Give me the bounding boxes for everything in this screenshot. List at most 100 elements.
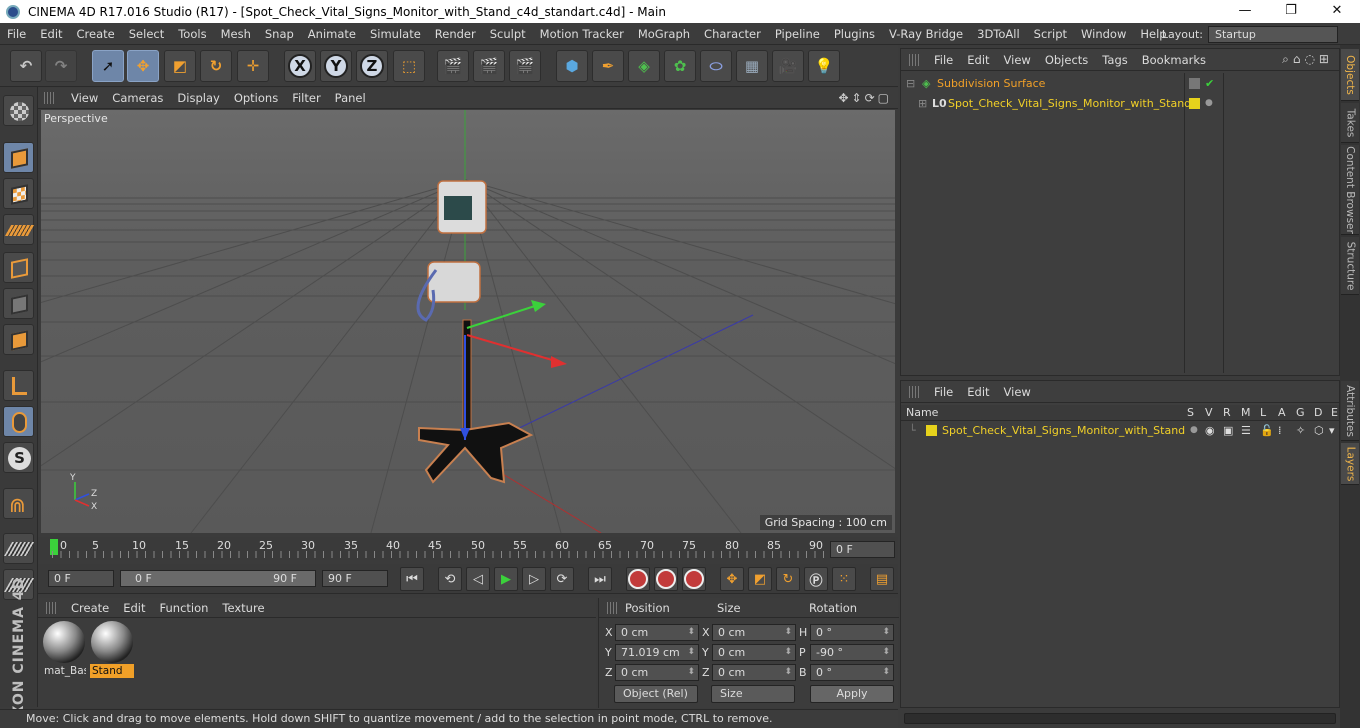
animation-film-icon[interactable]: ⁞ (1278, 421, 1282, 440)
material-item[interactable]: Stand (90, 620, 134, 678)
expression-icon[interactable]: ▾ (1329, 421, 1335, 440)
visibility-dots-icon[interactable]: ● (1205, 94, 1213, 113)
workplane-mode-button[interactable] (3, 214, 35, 245)
add-floor-button[interactable]: ▦ (736, 50, 768, 82)
timeline-ruler[interactable]: 0 5 10 15 20 25 30 35 40 45 50 55 60 65 … (38, 537, 898, 560)
size-z-field[interactable]: 0 cm (712, 664, 796, 681)
texture-mode-button[interactable] (3, 178, 34, 209)
autokey-button[interactable] (654, 567, 678, 591)
menu-window[interactable]: Window (1074, 23, 1133, 45)
key-position-button[interactable]: ✥ (720, 567, 744, 591)
generator-icon[interactable]: ✧ (1296, 421, 1305, 440)
viewport-menu-cameras[interactable]: Cameras (105, 91, 170, 105)
menu-3dtoall[interactable]: 3DToAll (970, 23, 1027, 45)
menu-pipeline[interactable]: Pipeline (768, 23, 827, 45)
go-to-start-button[interactable]: ⏮ (400, 567, 424, 591)
menu-snap[interactable]: Snap (258, 23, 301, 45)
edges-mode-button[interactable] (3, 288, 34, 319)
material-menu-create[interactable]: Create (64, 601, 116, 615)
key-rotation-button[interactable]: ↻ (776, 567, 800, 591)
menu-render[interactable]: Render (428, 23, 483, 45)
magnet-button[interactable]: ⋒ (3, 488, 34, 519)
layer-color-swatch[interactable] (926, 425, 937, 436)
key-scale-button[interactable]: ◩ (748, 567, 772, 591)
tab-takes[interactable]: Takes (1341, 103, 1359, 143)
snap-button[interactable]: S (3, 442, 34, 473)
viewport-menu-filter[interactable]: Filter (285, 91, 327, 105)
lock-icon[interactable]: 🔓 (1260, 421, 1274, 440)
object-menu-file[interactable]: File (927, 53, 960, 67)
position-x-field[interactable]: 0 cm (615, 624, 699, 641)
key-pla-button[interactable]: ⁙ (832, 567, 856, 591)
object-row-subdivision[interactable]: ⊟ ◈ Subdivision Surface ✔ (901, 74, 1339, 93)
layer-menu-file[interactable]: File (927, 385, 960, 399)
maximize-button[interactable]: ❐ (1268, 0, 1314, 23)
tab-layers[interactable]: Layers (1341, 443, 1359, 485)
render-settings-button[interactable]: 🎬 (509, 50, 541, 82)
viewport-menu-options[interactable]: Options (227, 91, 285, 105)
layer-horizontal-scrollbar[interactable] (904, 713, 1336, 724)
collapse-toggle-icon[interactable]: ⊟ (906, 74, 915, 93)
object-menu-tags[interactable]: Tags (1095, 53, 1134, 67)
play-button[interactable]: ▶ (494, 567, 518, 591)
menu-mograph[interactable]: MoGraph (631, 23, 697, 45)
menu-mesh[interactable]: Mesh (214, 23, 258, 45)
menu-vray-bridge[interactable]: V-Ray Bridge (882, 23, 970, 45)
menu-character[interactable]: Character (697, 23, 768, 45)
object-menu-bookmarks[interactable]: Bookmarks (1135, 53, 1213, 67)
timeline-window-button[interactable]: ▤ (870, 567, 894, 591)
viewport-menu-view[interactable]: View (64, 91, 105, 105)
tab-attributes[interactable]: Attributes (1341, 381, 1359, 441)
add-array-button[interactable]: ✿ (664, 50, 696, 82)
keyframe-selection-button[interactable] (682, 567, 706, 591)
enabled-check-icon[interactable]: ✔ (1205, 74, 1214, 93)
add-subdivision-button[interactable]: ◈ (628, 50, 660, 82)
add-light-button[interactable]: 💡 (808, 50, 840, 82)
layer-menu-edit[interactable]: Edit (960, 385, 996, 399)
previous-key-button[interactable]: ⟲ (438, 567, 462, 591)
3d-viewport[interactable]: Y Z X Perspective Grid Spacing : 100 cm (41, 110, 895, 533)
menu-file[interactable]: File (0, 23, 33, 45)
z-axis-lock-button[interactable]: Z (356, 50, 388, 82)
layer-menu-view[interactable]: View (997, 385, 1038, 399)
make-editable-button[interactable] (3, 95, 34, 126)
apply-button[interactable]: Apply (810, 685, 894, 703)
rotation-p-field[interactable]: -90 ° (810, 644, 894, 661)
add-pen-spline-button[interactable]: ✒ (592, 50, 624, 82)
x-axis-lock-button[interactable]: X (284, 50, 316, 82)
axis-mode-button[interactable] (3, 370, 34, 401)
start-frame-field[interactable]: 0 F (48, 570, 114, 587)
material-menu-function[interactable]: Function (153, 601, 216, 615)
add-camera-button[interactable]: 🎥 (772, 50, 804, 82)
undo-button[interactable]: ↶ (10, 50, 42, 82)
rotation-b-field[interactable]: 0 ° (810, 664, 894, 681)
end-frame-field[interactable]: 90 F (322, 570, 388, 587)
add-deformer-button[interactable]: ⬭ (700, 50, 732, 82)
tweak-mode-button[interactable] (3, 406, 34, 437)
menu-create[interactable]: Create (70, 23, 122, 45)
material-item[interactable]: mat_Bas (42, 620, 86, 678)
menu-edit[interactable]: Edit (33, 23, 69, 45)
move-tool-button[interactable]: ✥ (127, 50, 159, 82)
y-axis-lock-button[interactable]: Y (320, 50, 352, 82)
object-search-nav-icons[interactable]: ⌕⌂◌⊞ (1282, 52, 1333, 67)
position-y-field[interactable]: 71.019 cm (615, 644, 699, 661)
deformer-icon[interactable]: ⬡ (1314, 421, 1324, 440)
object-menu-objects[interactable]: Objects (1038, 53, 1095, 67)
record-keys-button[interactable] (626, 567, 650, 591)
size-x-field[interactable]: 0 cm (712, 624, 796, 641)
rotate-tool-button[interactable]: ↻ (200, 50, 232, 82)
add-cube-button[interactable]: ⬢ (556, 50, 588, 82)
frame-range-slider[interactable]: 0 F 90 F (120, 570, 316, 587)
layout-dropdown[interactable]: Startup (1208, 25, 1338, 43)
menu-simulate[interactable]: Simulate (363, 23, 428, 45)
menu-plugins[interactable]: Plugins (827, 23, 882, 45)
viewport-menu-panel[interactable]: Panel (328, 91, 373, 105)
recent-tools-button[interactable]: ✛ (237, 50, 269, 82)
key-parameter-button[interactable]: Ⓟ (804, 567, 828, 591)
menu-select[interactable]: Select (122, 23, 171, 45)
minimize-button[interactable]: — (1222, 0, 1268, 23)
rotation-h-field[interactable]: 0 ° (810, 624, 894, 641)
render-picture-viewer-button[interactable]: 🎬 (473, 50, 505, 82)
current-frame-field[interactable]: 0 F (830, 541, 895, 558)
